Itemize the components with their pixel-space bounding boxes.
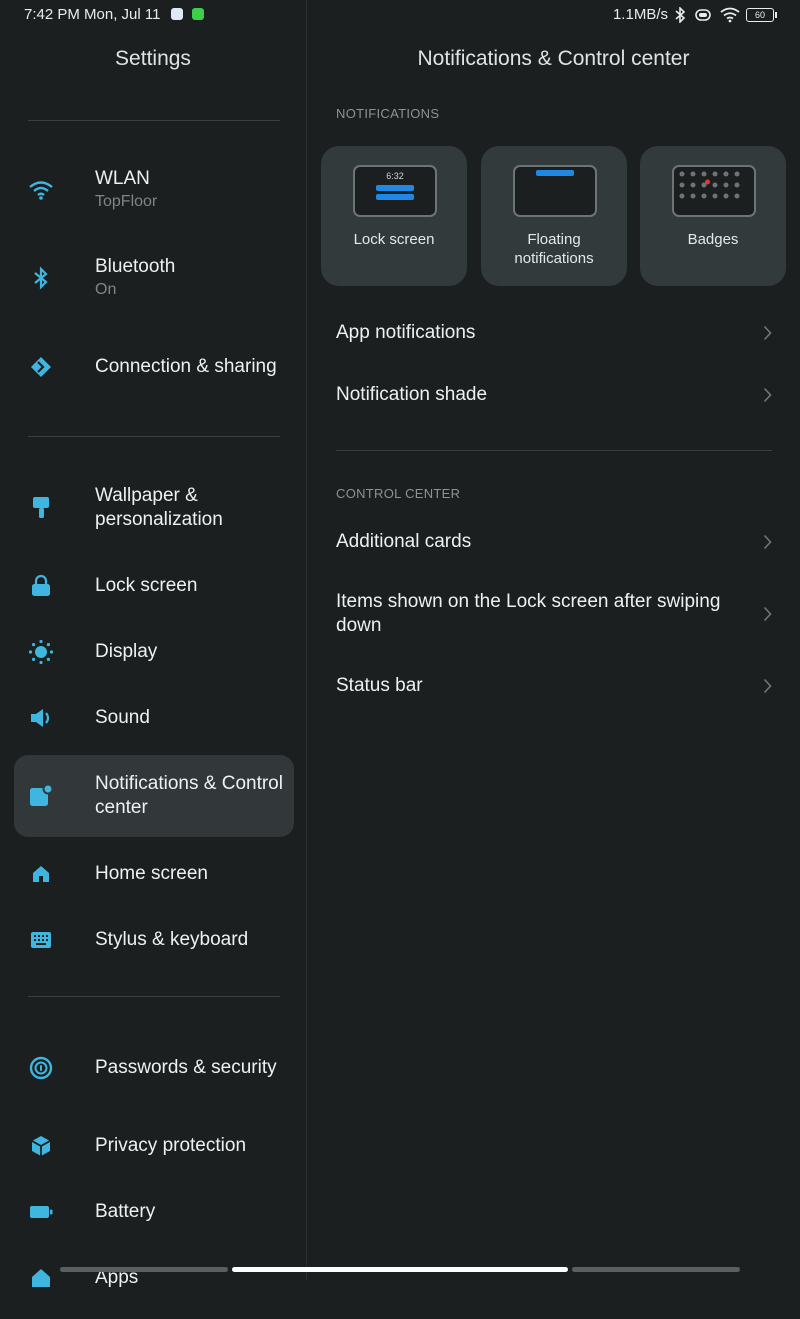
sidebar-item-label: Connection & sharing xyxy=(95,356,277,377)
floating-notifications-preview xyxy=(513,165,597,217)
preview-bar xyxy=(376,194,414,200)
settings-sidebar: Settings WLAN TopFloor Bluetooth On Conn… xyxy=(0,0,307,1288)
fingerprint-icon xyxy=(28,1055,54,1081)
chevron-right-icon xyxy=(763,387,772,403)
sidebar-item-label: Passwords & security xyxy=(95,1057,277,1078)
sidebar-item-label: Bluetooth xyxy=(95,256,176,277)
sidebar-item-label: Battery xyxy=(95,1201,156,1222)
sidebar-item-stylus-keyboard[interactable]: Stylus & keyboard xyxy=(14,899,294,981)
preview-bar xyxy=(536,170,574,176)
badges-grid-icon xyxy=(679,171,740,199)
chevron-right-icon xyxy=(763,325,772,341)
row-label: Status bar xyxy=(336,675,423,696)
card-label: Lock screen xyxy=(353,231,435,248)
row-label: Notification shade xyxy=(336,384,488,405)
sidebar-item-label: Display xyxy=(95,641,158,662)
wifi-icon xyxy=(28,177,54,203)
sidebar-item-connection-sharing[interactable]: Connection & sharing xyxy=(14,326,294,408)
battery-icon xyxy=(28,1199,54,1225)
chevron-right-icon xyxy=(763,534,772,550)
notification-shade-row[interactable]: Notification shade xyxy=(336,383,772,407)
sidebar-divider xyxy=(28,436,280,437)
badges-preview xyxy=(672,165,756,217)
chevron-right-icon xyxy=(763,678,772,694)
sidebar-item-wlan[interactable]: WLAN TopFloor xyxy=(14,149,294,231)
sidebar-item-label: Lock screen xyxy=(95,575,198,596)
sidebar-item-passwords-security[interactable]: Passwords & security xyxy=(14,1027,294,1109)
speaker-icon xyxy=(28,705,54,731)
app-notifications-row[interactable]: App notifications xyxy=(336,321,772,345)
status-bar-row[interactable]: Status bar xyxy=(336,674,772,698)
privacy-icon xyxy=(28,1133,54,1159)
detail-pane: Notifications & Control center NOTIFICAT… xyxy=(307,0,800,1280)
sidebar-item-bluetooth[interactable]: Bluetooth On xyxy=(14,237,294,319)
home-indicator[interactable] xyxy=(232,1267,568,1272)
section-header-control-center: CONTROL CENTER xyxy=(336,486,461,501)
detail-scroll-indicator xyxy=(572,1267,740,1272)
connection-icon xyxy=(28,354,54,380)
sidebar-item-notifications[interactable]: Notifications & Control center xyxy=(14,755,294,837)
section-header-notifications: NOTIFICATIONS xyxy=(336,106,440,121)
sidebar-item-subtitle: TopFloor xyxy=(95,193,158,210)
sidebar-scroll-indicator xyxy=(60,1267,228,1272)
keyboard-icon xyxy=(28,927,54,953)
row-label: Items shown on the Lock screen after swi… xyxy=(336,591,721,636)
sidebar-item-label: Stylus & keyboard xyxy=(95,929,249,950)
bluetooth-icon xyxy=(28,265,54,291)
sidebar-item-label: Wallpaper & personalization xyxy=(95,485,223,530)
sidebar-item-label: Sound xyxy=(95,707,150,728)
sidebar-item-label: Home screen xyxy=(95,863,208,884)
lock-screen-swipe-items-row[interactable]: Items shown on the Lock screen after swi… xyxy=(336,590,772,638)
sidebar-title: Settings xyxy=(115,47,191,70)
notification-icon xyxy=(28,783,54,809)
card-label: Floating notifications xyxy=(514,231,594,267)
sidebar-item-label: WLAN xyxy=(95,168,150,189)
sidebar-divider xyxy=(28,996,280,997)
apps-icon xyxy=(28,1265,54,1291)
preview-time: 6:32 xyxy=(386,171,404,181)
paintbrush-icon xyxy=(28,495,54,521)
row-label: Additional cards xyxy=(336,531,472,552)
row-label: App notifications xyxy=(336,322,476,343)
chevron-right-icon xyxy=(763,606,772,622)
sidebar-item-sound[interactable]: Sound xyxy=(14,677,294,759)
lock-screen-card[interactable]: 6:32 Lock screen xyxy=(321,146,467,286)
lock-icon xyxy=(28,573,54,599)
preview-bar xyxy=(376,185,414,191)
additional-cards-row[interactable]: Additional cards xyxy=(336,530,772,554)
sidebar-item-label: Privacy protection xyxy=(95,1135,247,1156)
sidebar-item-wallpaper[interactable]: Wallpaper & personalization xyxy=(14,467,294,549)
brightness-icon xyxy=(28,639,54,665)
floating-notifications-card[interactable]: Floating notifications xyxy=(481,146,627,286)
sidebar-divider xyxy=(28,120,280,121)
page-title: Notifications & Control center xyxy=(417,47,690,70)
lock-screen-preview: 6:32 xyxy=(353,165,437,217)
home-icon xyxy=(28,861,54,887)
card-label: Badges xyxy=(687,231,739,248)
section-divider xyxy=(336,450,772,451)
badges-card[interactable]: Badges xyxy=(640,146,786,286)
sidebar-item-label: Notifications & Control center xyxy=(95,773,283,818)
sidebar-item-subtitle: On xyxy=(95,281,117,298)
sidebar-item-apps[interactable]: Apps xyxy=(14,1237,294,1319)
